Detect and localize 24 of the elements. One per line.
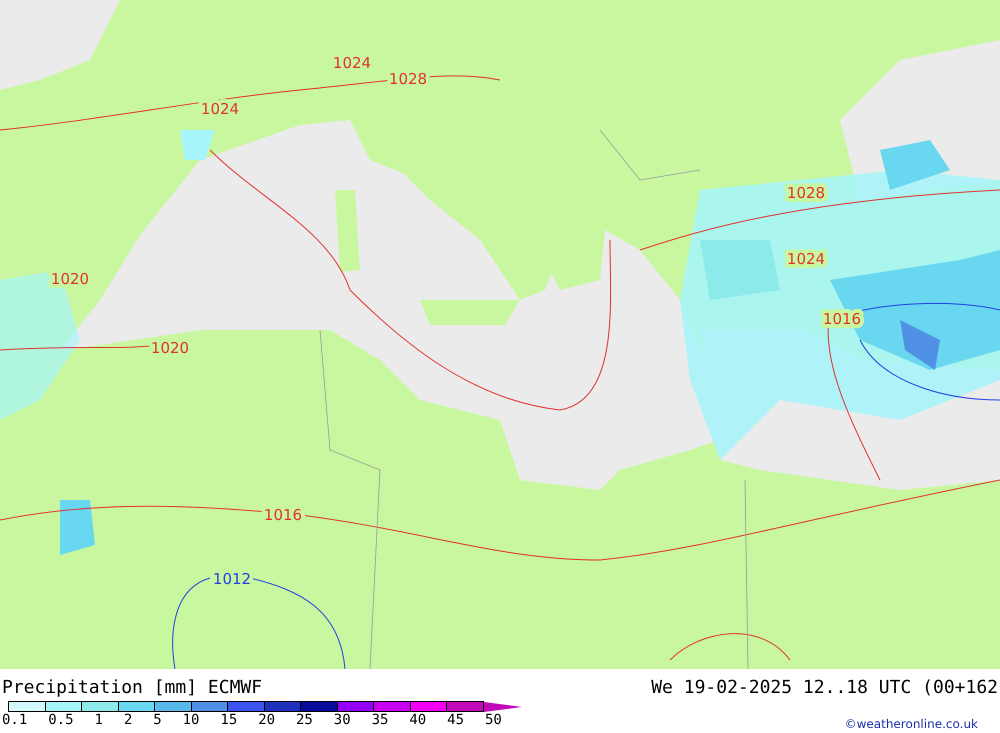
scale-tick-label: 25 [296,712,313,728]
scale-tick-label: 15 [220,712,238,728]
scale-tick-label: 10 [182,712,200,728]
scale-tick-label: 40 [409,712,426,728]
chart-title: Precipitation [mm] ECMWF [2,677,262,700]
credit-text: ©weatheronline.co.uk [844,717,978,731]
scale-tick-label: 20 [258,712,276,728]
scale-tick-label: 35 [372,712,388,728]
scale-tick-label: 1 [94,712,103,728]
isobar-label: 1020 [50,270,90,288]
isobar-label: 1012 [212,570,252,588]
scale-tick-label: 30 [334,712,351,728]
scale-tick-label: 2 [124,712,132,728]
scale-tick-label: 5 [153,712,162,728]
isobar-label: 1024 [332,54,372,72]
isobar-label: 1024 [200,100,240,118]
scale-tick-label: 0.1 [2,712,28,728]
isobar-label: 1020 [150,339,190,357]
scale-tick-label: 45 [447,712,464,728]
isobar-label: 1028 [786,184,826,202]
scale-tick-label: 50 [484,712,502,728]
valid-time: We 19-02-2025 12..18 UTC (00+162 [651,677,998,700]
scale-tick-label: 0.5 [48,712,74,728]
isobar-label: 1024 [786,250,826,268]
